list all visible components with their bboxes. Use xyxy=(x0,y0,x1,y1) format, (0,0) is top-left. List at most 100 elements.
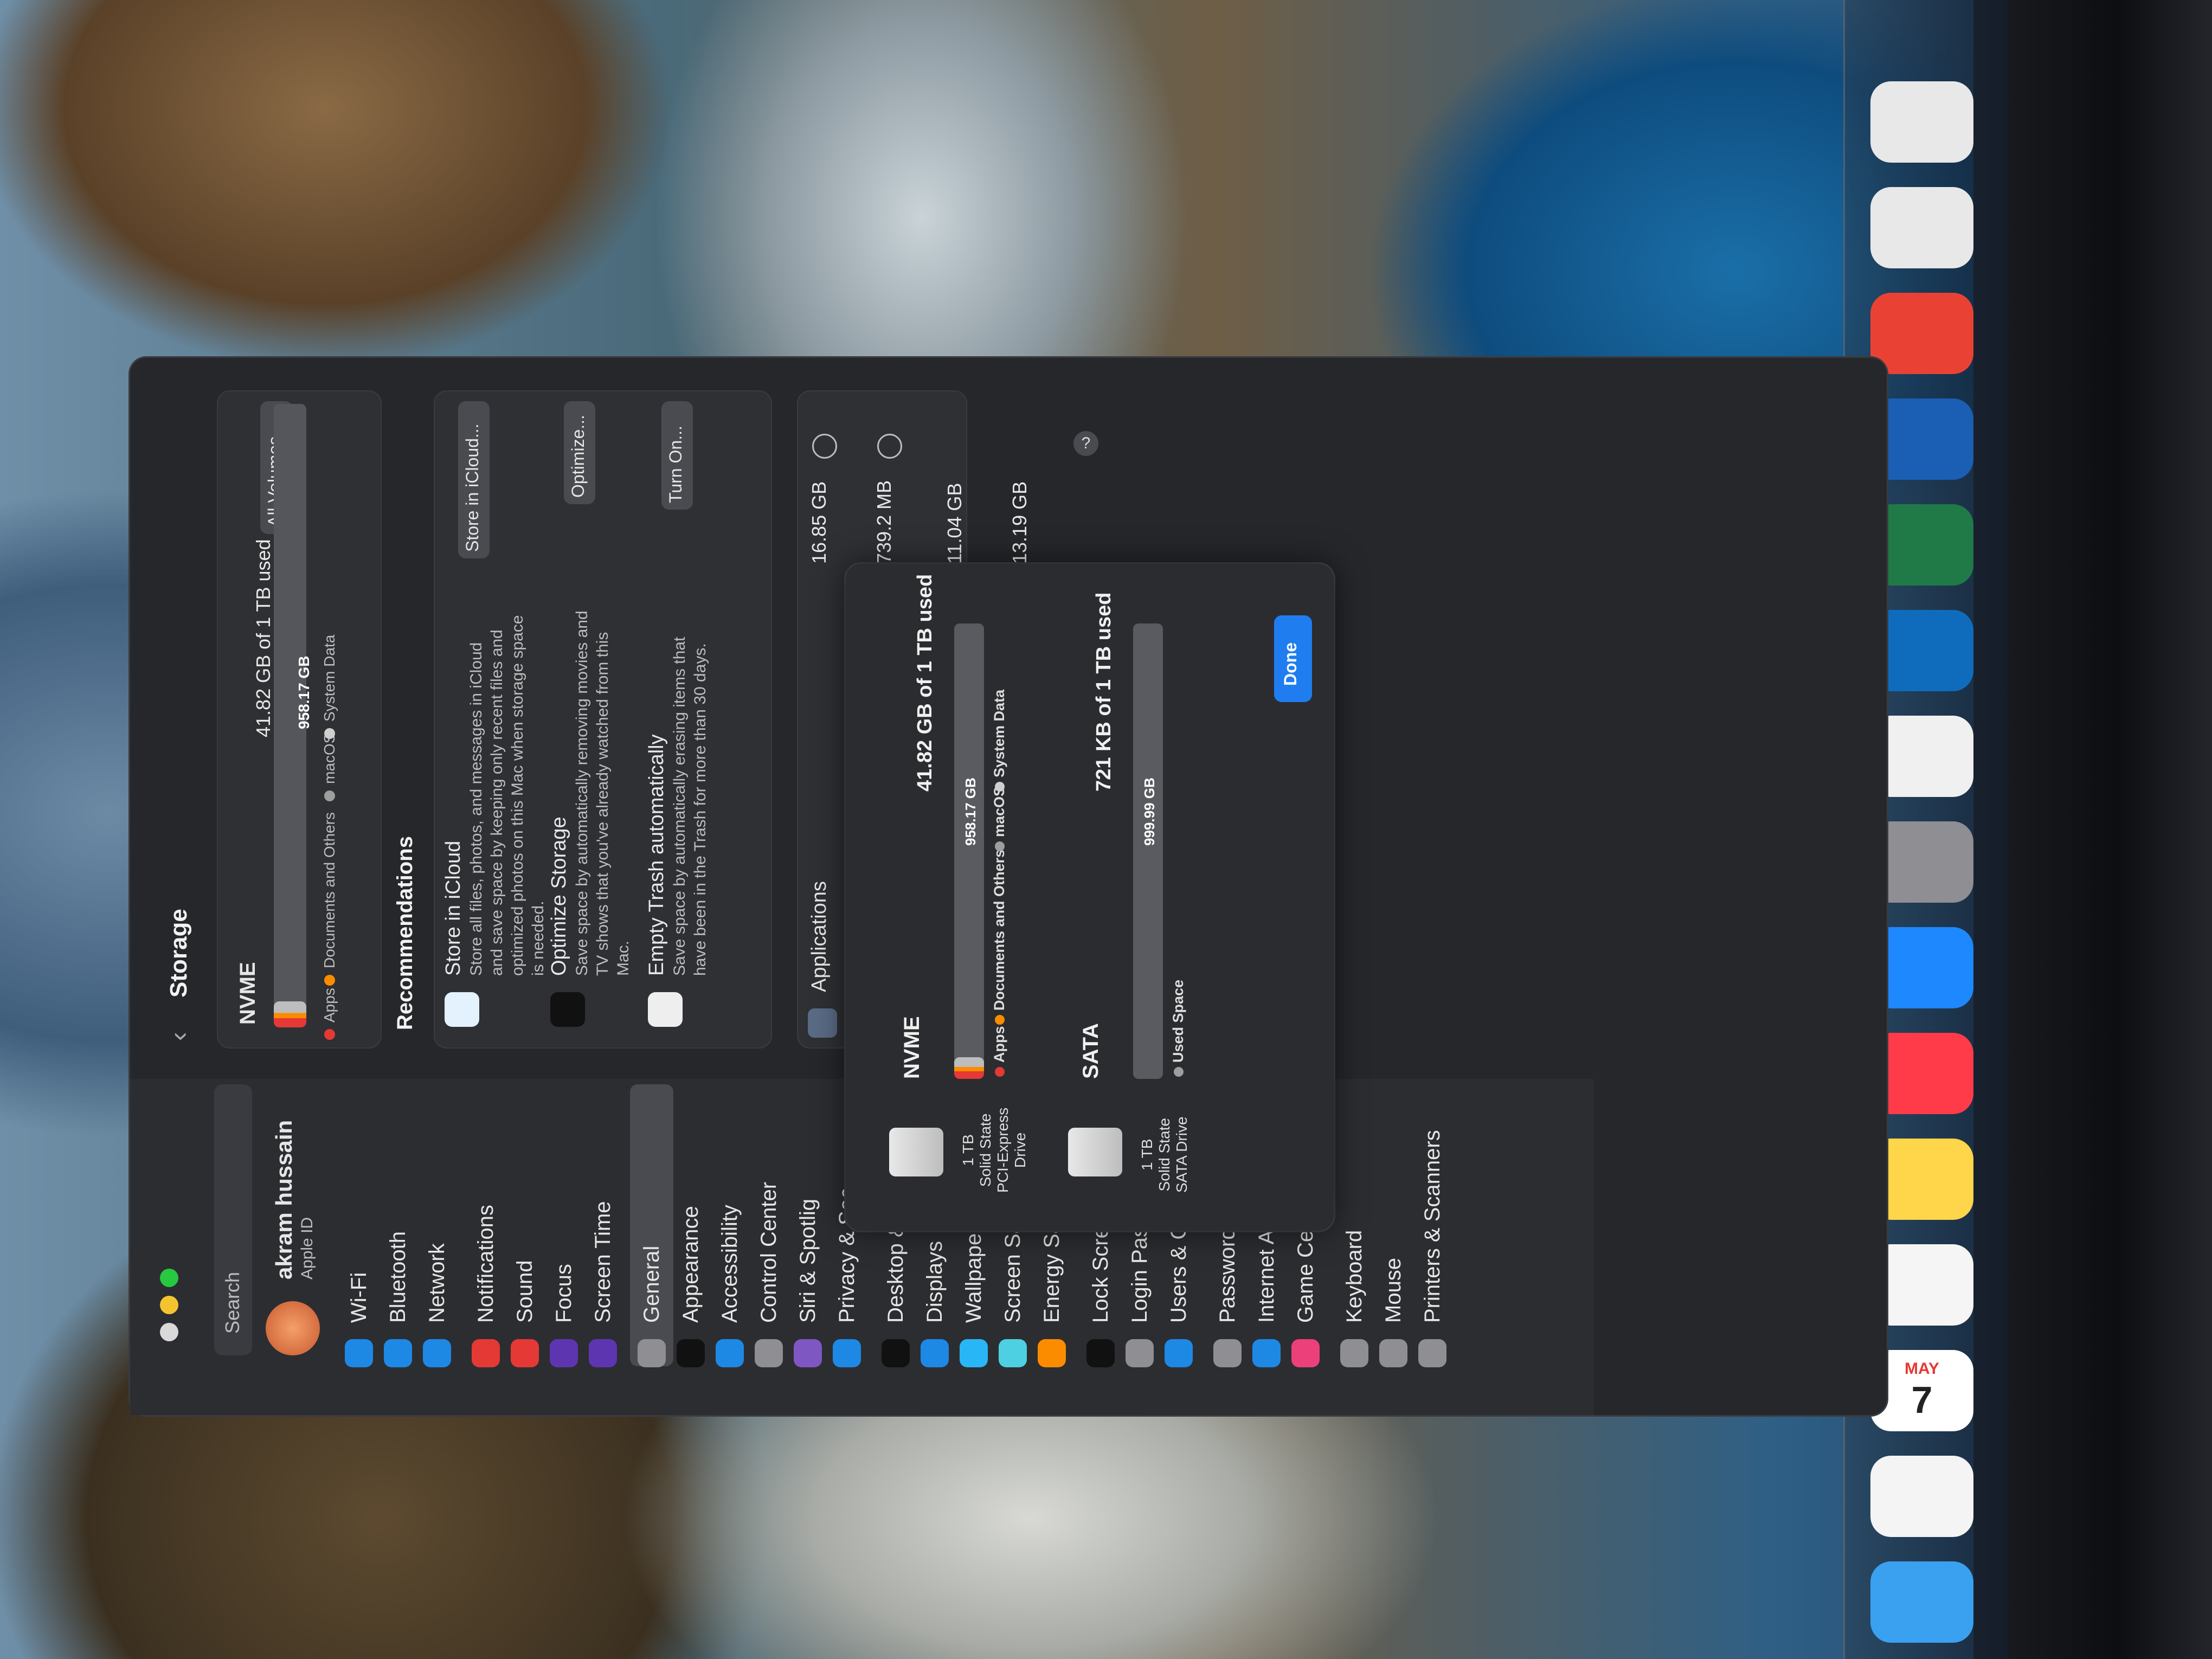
lock-icon xyxy=(1086,1339,1115,1367)
recommendation-button[interactable]: Turn On... xyxy=(661,401,693,510)
chrome-icon[interactable] xyxy=(1870,293,1973,374)
sun-icon xyxy=(921,1339,949,1367)
legend-dot[interactable] xyxy=(324,1029,335,1040)
sidebar-item-displays[interactable]: Displays xyxy=(923,1241,947,1323)
gear-icon xyxy=(638,1339,666,1367)
accessibility-icon xyxy=(716,1339,744,1367)
monitor-bezel xyxy=(1973,0,2212,1659)
hourglass-icon xyxy=(589,1339,617,1367)
appearance-icon xyxy=(677,1339,705,1367)
back-chevron-icon[interactable]: ‹ xyxy=(163,1032,194,1041)
recommendation-button-label: Turn On... xyxy=(666,426,685,503)
finder-icon[interactable] xyxy=(1870,1561,1973,1643)
bell-icon xyxy=(472,1339,500,1367)
minimize-window-button[interactable] xyxy=(160,1296,178,1314)
legend-dot[interactable] xyxy=(324,975,335,986)
drive-description: 1 TB Solid State PCI-Express Drive xyxy=(960,1107,1028,1193)
sidebar-item-passwords[interactable]: Passwords xyxy=(1216,1217,1240,1323)
recommendation-button[interactable]: Optimize... xyxy=(564,401,595,504)
sidebar-item-general[interactable]: General xyxy=(640,1246,664,1323)
icloud-icon xyxy=(445,992,479,1027)
info-icon[interactable] xyxy=(812,434,837,459)
recommendation-desc: Save space by automatically removing mov… xyxy=(573,610,632,976)
drive-legend-label: System Data xyxy=(991,689,1007,777)
recommendation-desc: Save space by automatically erasing item… xyxy=(671,636,709,976)
pages-icon[interactable] xyxy=(1870,81,1973,163)
drive-legend-label: Documents and Others xyxy=(991,849,1007,1011)
drive-usage: 41.82 GB of 1 TB used xyxy=(914,574,936,792)
free-label: 958.17 GB xyxy=(295,655,312,729)
recommendation-desc: Store all files, photos, and messages in… xyxy=(467,615,547,976)
volume-name: NVME xyxy=(236,962,260,1025)
legend-dot xyxy=(995,1067,1005,1077)
sidebar-item-control-center[interactable]: Control Center xyxy=(757,1182,781,1323)
drive-description: 1 TB Solid State SATA Drive xyxy=(1139,1116,1190,1193)
legend-label: macOS xyxy=(321,733,338,784)
mouse-icon xyxy=(1379,1339,1407,1367)
legend-label: System Data xyxy=(321,634,338,722)
category-size: 13.19 GB xyxy=(1008,481,1031,564)
sidebar-item-accessibility[interactable]: Accessibility xyxy=(718,1205,742,1323)
applications-icon xyxy=(808,1008,837,1038)
close-window-button[interactable] xyxy=(160,1323,178,1341)
user-subtitle: Apple ID xyxy=(298,1217,316,1279)
recommendations-title: Recommendations xyxy=(393,836,417,1030)
category-size: 16.85 GB xyxy=(808,481,830,564)
info-icon[interactable] xyxy=(877,434,902,459)
sidebar-item-sound[interactable]: Sound xyxy=(513,1260,537,1323)
wallpaper-icon xyxy=(960,1339,988,1367)
sidebar-item-focus[interactable]: Focus xyxy=(552,1264,576,1323)
preview-icon[interactable] xyxy=(1870,187,1973,268)
recommendation-button-label: Store in iCloud... xyxy=(462,423,482,552)
sidebar-item-notifications[interactable]: Notifications xyxy=(474,1205,498,1323)
recommendation-button[interactable]: Store in iCloud... xyxy=(458,401,490,558)
sidebar-item-wi-fi[interactable]: Wi-Fi xyxy=(347,1272,371,1323)
drive-name: NVME xyxy=(900,1016,924,1079)
legend-label: Documents and Others xyxy=(321,812,338,968)
at-icon xyxy=(1252,1339,1281,1367)
category-size: 11.04 GB xyxy=(943,483,966,564)
game-center-icon xyxy=(1291,1339,1320,1367)
drive-free-label: 958.17 GB xyxy=(962,777,979,846)
sidebar-item-printers-scanners[interactable]: Printers & Scanners xyxy=(1420,1130,1445,1323)
avatar[interactable] xyxy=(266,1301,320,1355)
sidebar-item-mouse[interactable]: Mouse xyxy=(1381,1258,1406,1323)
drive-used-fill xyxy=(954,1057,984,1079)
speaker-icon xyxy=(511,1339,539,1367)
siri-icon xyxy=(794,1339,822,1367)
drive-name: SATA xyxy=(1079,1023,1103,1079)
dock-icon xyxy=(882,1339,910,1367)
search-placeholder: Search xyxy=(221,1271,243,1334)
sidebar-item-appearance[interactable]: Appearance xyxy=(679,1206,703,1323)
legend-label: Apps xyxy=(321,988,338,1023)
help-button[interactable]: ? xyxy=(1073,431,1098,456)
users-icon xyxy=(1165,1339,1193,1367)
done-button[interactable]: Done xyxy=(1274,615,1312,702)
sidebar-item-screen-time[interactable]: Screen Time xyxy=(591,1201,615,1323)
legend-dot[interactable] xyxy=(324,790,335,801)
user-name: akram hussain xyxy=(271,1120,297,1279)
printer-icon xyxy=(1418,1339,1446,1367)
legend-dot xyxy=(995,782,1005,792)
trash-icon xyxy=(648,992,683,1027)
sidebar-item-network[interactable]: Network xyxy=(425,1243,449,1323)
drive-legend-label: Used Space xyxy=(1170,979,1186,1063)
sidebar-selection[interactable] xyxy=(630,1084,673,1366)
drive-usage-bar xyxy=(954,623,984,1079)
photos-icon[interactable] xyxy=(1870,1456,1973,1537)
sidebar-item-wallpaper[interactable]: Wallpaper xyxy=(962,1226,986,1323)
battery-icon xyxy=(1038,1339,1066,1367)
wifi-icon xyxy=(345,1339,373,1367)
zoom-window-button[interactable] xyxy=(160,1269,178,1287)
legend-dot xyxy=(1174,1067,1184,1077)
sidebar-item-keyboard[interactable]: Keyboard xyxy=(1342,1230,1367,1323)
moon-icon xyxy=(550,1339,578,1367)
category-size: 739.2 MB xyxy=(873,480,895,564)
sidebar-item-siri-spotlight[interactable]: Siri & Spotlig xyxy=(796,1199,820,1323)
legend-dot[interactable] xyxy=(324,728,335,739)
sidebar-item-bluetooth[interactable]: Bluetooth xyxy=(386,1231,410,1323)
usage-text: 41.82 GB of 1 TB used xyxy=(252,539,274,737)
calendar-day: 7 xyxy=(1911,1379,1933,1421)
internal-drive-icon xyxy=(889,1128,943,1176)
legend-dot xyxy=(995,1015,1005,1025)
